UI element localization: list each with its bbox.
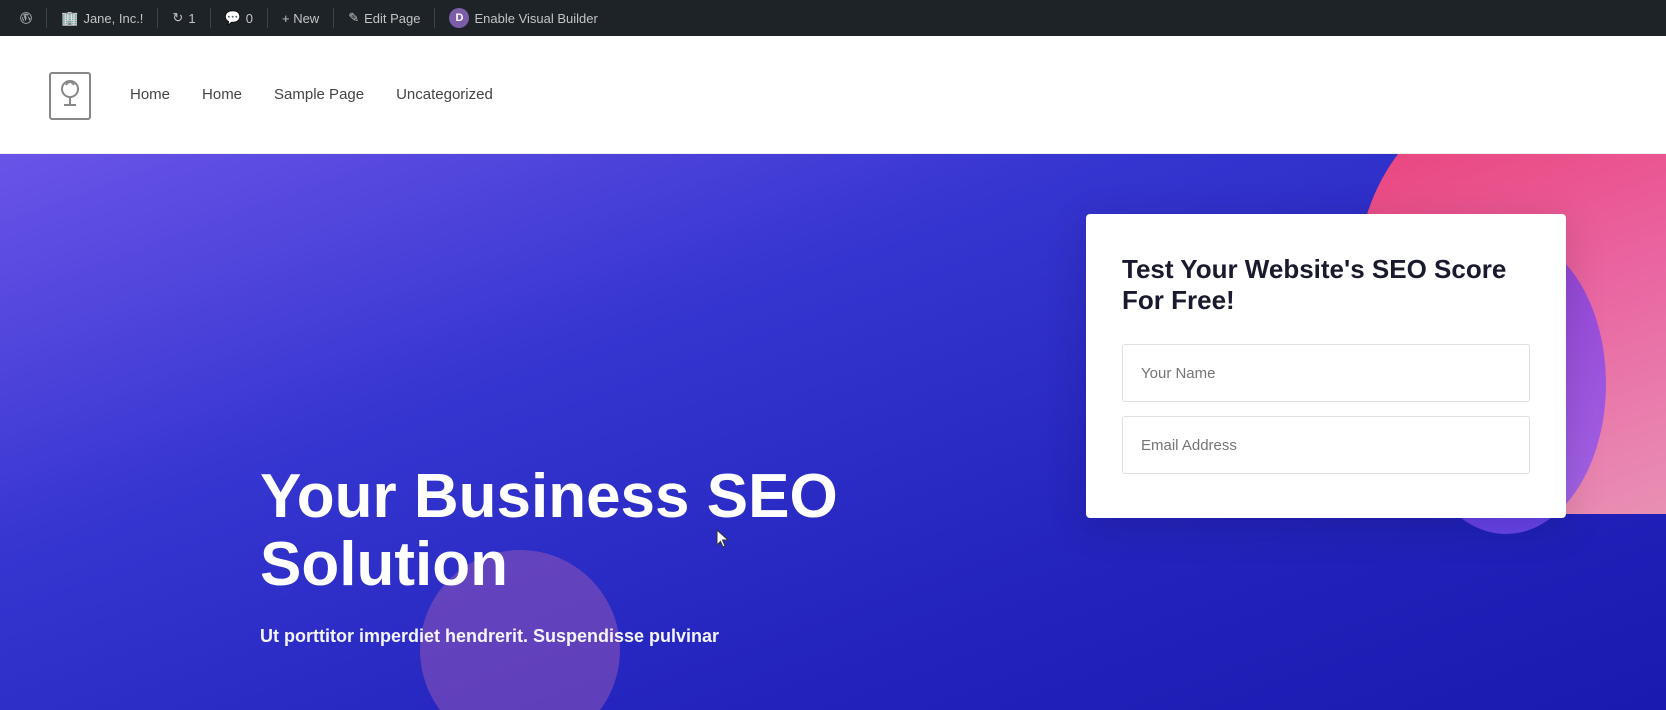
updates-icon: ↻ (172, 10, 183, 26)
site-name-button[interactable]: 🏢 Jane, Inc.! (53, 0, 151, 36)
new-button[interactable]: + New (274, 0, 327, 36)
visual-builder-label: Enable Visual Builder (474, 11, 597, 26)
your-name-input[interactable] (1122, 344, 1530, 402)
separator (210, 8, 211, 28)
divi-icon: D (449, 8, 469, 28)
nav-sample-page[interactable]: Sample Page (274, 86, 364, 103)
hero-title: Your Business SEO Solution (260, 463, 940, 599)
comments-icon: 💬 (225, 10, 241, 26)
updates-button[interactable]: ↻ 1 (164, 0, 203, 36)
edit-page-button[interactable]: ✎ Edit Page (340, 0, 428, 36)
hero-content: Your Business SEO Solution Ut porttitor … (260, 463, 940, 650)
edit-page-label: Edit Page (364, 11, 420, 26)
visual-builder-button[interactable]: D Enable Visual Builder (441, 0, 605, 36)
admin-bar: 🏢 Jane, Inc.! ↻ 1 💬 0 + New ✎ Edit Page … (0, 0, 1666, 36)
site-icon: 🏢 (61, 10, 78, 27)
separator (267, 8, 268, 28)
comments-count: 0 (246, 11, 253, 26)
separator (333, 8, 334, 28)
nav-uncategorized[interactable]: Uncategorized (396, 86, 493, 103)
new-label: + New (282, 11, 319, 26)
hero-subtitle: Ut porttitor imperdiet hendrerit. Suspen… (260, 623, 940, 650)
hero-section: Your Business SEO Solution Ut porttitor … (0, 154, 1666, 710)
nav-home-2[interactable]: Home (202, 86, 242, 103)
edit-icon: ✎ (348, 10, 359, 26)
wordpress-logo-button[interactable] (12, 4, 40, 32)
site-header: Home Home Sample Page Uncategorized (0, 36, 1666, 154)
seo-form-card: Test Your Website's SEO Score For Free! (1086, 214, 1566, 518)
updates-count: 1 (188, 11, 195, 26)
site-navigation: Home Home Sample Page Uncategorized (130, 86, 493, 103)
email-address-input[interactable] (1122, 416, 1530, 474)
separator (46, 8, 47, 28)
site-name-label: Jane, Inc.! (83, 11, 143, 26)
site-logo[interactable] (40, 60, 100, 130)
comments-button[interactable]: 💬 0 (217, 0, 261, 36)
seo-form-title: Test Your Website's SEO Score For Free! (1122, 254, 1530, 316)
nav-home-1[interactable]: Home (130, 86, 170, 103)
separator (157, 8, 158, 28)
separator (434, 8, 435, 28)
